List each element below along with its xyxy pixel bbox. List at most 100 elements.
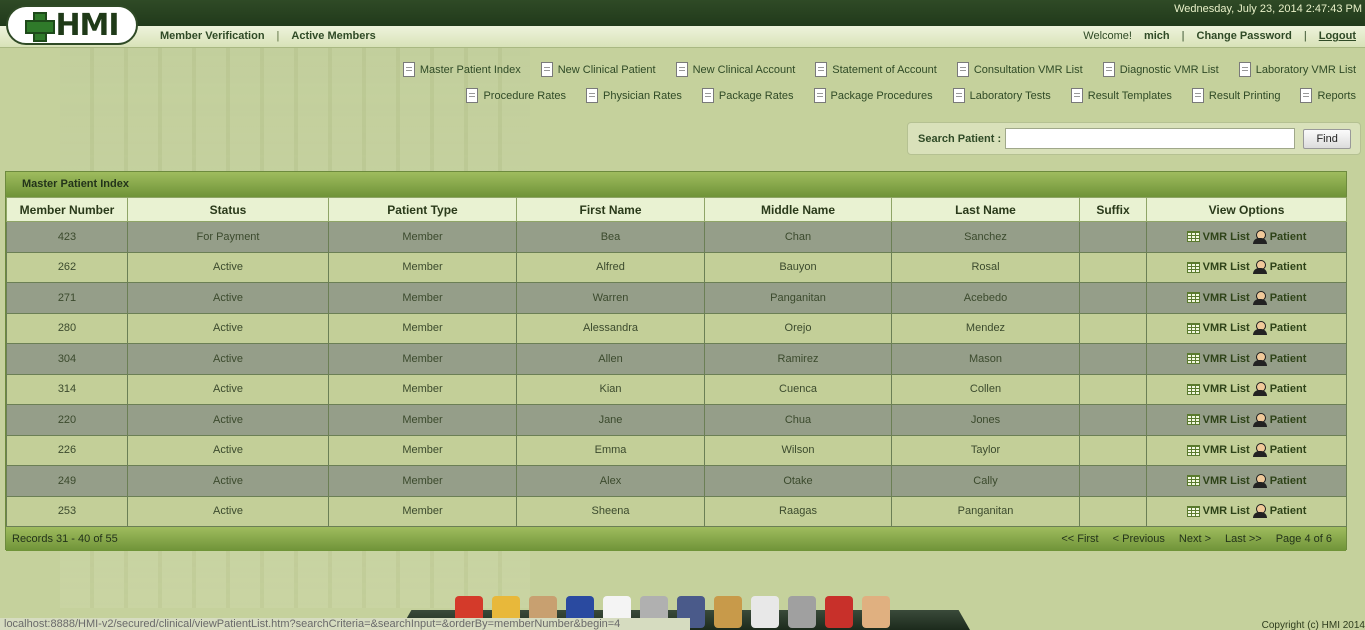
column-header-suffix[interactable]: Suffix [1079, 197, 1147, 222]
menu-procedure-rates[interactable]: Procedure Rates [466, 88, 566, 103]
records-count: Records 31 - 40 of 55 [12, 533, 118, 545]
panel-footer: Records 31 - 40 of 55 << First < Previou… [6, 527, 1346, 551]
calculator-icon[interactable] [788, 596, 816, 628]
grid-list-icon [1186, 444, 1200, 456]
menu-reports[interactable]: Reports [1300, 88, 1356, 103]
table-row[interactable]: 253 Active Member Sheena Raagas Panganitan VMR… [6, 495, 1347, 527]
cell-patient-type: Member [328, 465, 517, 497]
patient-link[interactable]: Patient [1270, 383, 1307, 395]
grid-list-icon [1186, 231, 1200, 243]
logout-link[interactable]: Logout [1319, 30, 1356, 42]
pager-next[interactable]: Next > [1179, 533, 1211, 545]
cell-view-options: VMR List Patient [1146, 312, 1347, 344]
column-header-member-number[interactable]: Member Number [6, 197, 128, 222]
menu-label: Procedure Rates [483, 89, 567, 102]
search-patient-input[interactable] [1005, 128, 1296, 149]
column-header-first-name[interactable]: First Name [516, 197, 705, 222]
find-button[interactable]: Find [1303, 128, 1352, 149]
vmr-list-link[interactable]: VMR List [1203, 261, 1250, 273]
menu-new-clinical-patient[interactable]: New Clinical Patient [540, 62, 656, 77]
column-header-status[interactable]: Status [127, 197, 329, 222]
menu-statement-of-account[interactable]: Statement of Account [815, 62, 937, 77]
hospital-icon[interactable] [825, 596, 853, 628]
vmr-list-link[interactable]: VMR List [1203, 444, 1250, 456]
menu-package-rates[interactable]: Package Rates [701, 88, 794, 103]
patient-link[interactable]: Patient [1270, 261, 1307, 273]
table-row[interactable]: 226 Active Member Emma Wilson Taylor VMR List P… [6, 434, 1347, 466]
menu-physician-rates[interactable]: Physician Rates [586, 88, 682, 103]
menu-result-templates[interactable]: Result Templates [1070, 88, 1172, 103]
menu-row-1: Master Patient Index New Clinical Patien… [383, 62, 1356, 77]
patient-link[interactable]: Patient [1270, 505, 1307, 517]
patient-icon [1252, 321, 1267, 336]
hmi-logo[interactable]: HMI [6, 5, 138, 45]
table-row[interactable]: 304 Active Member Allen Ramirez Mason VMR List… [6, 343, 1347, 375]
change-password-link[interactable]: Change Password [1197, 30, 1292, 42]
table-row[interactable]: 314 Active Member Kian Cuenca Collen VMR List P… [6, 373, 1347, 405]
patient-link[interactable]: Patient [1270, 444, 1307, 456]
menu-diagnostic-vmr-list[interactable]: Diagnostic VMR List [1102, 62, 1219, 77]
nav-member-verification[interactable]: Member Verification [160, 30, 265, 42]
vmr-list-link[interactable]: VMR List [1203, 414, 1250, 426]
table-row[interactable]: 220 Active Member Jane Chua Jones VMR List Pati… [6, 404, 1347, 436]
cell-patient-type: Member [328, 282, 517, 314]
clipboard-icon[interactable] [714, 596, 742, 628]
table-row[interactable]: 249 Active Member Alex Otake Cally VMR List Pat… [6, 465, 1347, 497]
vmr-list-link[interactable]: VMR List [1203, 383, 1250, 395]
vmr-list-link[interactable]: VMR List [1203, 353, 1250, 365]
menu-master-patient-index[interactable]: Master Patient Index [402, 62, 521, 77]
document-icon [1191, 88, 1204, 103]
vmr-list-link[interactable]: VMR List [1203, 292, 1250, 304]
vmr-list-link[interactable]: VMR List [1203, 322, 1250, 334]
column-header-view-options: View Options [1146, 197, 1347, 222]
patient-link[interactable]: Patient [1270, 322, 1307, 334]
cell-first-name: Emma [516, 434, 705, 466]
nav-active-members[interactable]: Active Members [291, 30, 375, 42]
menu-consultation-vmr-list[interactable]: Consultation VMR List [956, 62, 1083, 77]
table-row[interactable]: 262 Active Member Alfred Bauyon Rosal VMR List… [6, 251, 1347, 283]
view-options: VMR List Patient [1147, 382, 1346, 397]
cell-last-name: Mason [891, 343, 1080, 375]
cell-view-options: VMR List Patient [1146, 282, 1347, 314]
table-row[interactable]: 280 Active Member Alessandra Orejo Mendez VMR … [6, 312, 1347, 344]
column-header-patient-type[interactable]: Patient Type [328, 197, 517, 222]
pager-first[interactable]: << First [1061, 533, 1098, 545]
first-aid-icon[interactable] [751, 596, 779, 628]
status-url: localhost:8888/HMI-v2/secured/clinical/v… [0, 618, 690, 630]
column-header-last-name[interactable]: Last Name [891, 197, 1080, 222]
patient-link[interactable]: Patient [1270, 292, 1307, 304]
vmr-list-link[interactable]: VMR List [1203, 475, 1250, 487]
menu-label: Consultation VMR List [973, 63, 1083, 76]
grid-list-icon [1186, 414, 1200, 426]
cell-status: Active [127, 434, 329, 466]
cell-first-name: Allen [516, 343, 705, 375]
search-patient-box: Search Patient : Find [907, 122, 1361, 155]
cell-first-name: Jane [516, 404, 705, 436]
menu-laboratory-tests[interactable]: Laboratory Tests [952, 88, 1051, 103]
menu-package-procedures[interactable]: Package Procedures [813, 88, 933, 103]
cell-last-name: Collen [891, 373, 1080, 405]
patient-link[interactable]: Patient [1270, 231, 1307, 243]
menu-laboratory-vmr-list[interactable]: Laboratory VMR List [1238, 62, 1356, 77]
patient-link[interactable]: Patient [1270, 475, 1307, 487]
grid-list-icon [1186, 383, 1200, 395]
cell-member-number: 280 [6, 312, 128, 344]
menu-label: Statement of Account [832, 63, 937, 76]
cell-last-name: Jones [891, 404, 1080, 436]
patient-link[interactable]: Patient [1270, 353, 1307, 365]
menu-result-printing[interactable]: Result Printing [1191, 88, 1280, 103]
column-header-middle-name[interactable]: Middle Name [704, 197, 892, 222]
vmr-list-link[interactable]: VMR List [1203, 505, 1250, 517]
table-row[interactable]: 423 For Payment Member Bea Chan Sanchez VMR Li… [6, 221, 1347, 253]
cell-last-name: Panganitan [891, 495, 1080, 527]
menu-label: Package Procedures [830, 89, 933, 102]
table-row[interactable]: 271 Active Member Warren Panganitan Acebedo VM… [6, 282, 1347, 314]
cell-view-options: VMR List Patient [1146, 495, 1347, 527]
patient-link[interactable]: Patient [1270, 414, 1307, 426]
pager-last[interactable]: Last >> [1225, 533, 1262, 545]
doctor-icon[interactable] [862, 596, 890, 628]
welcome-label: Welcome! [1083, 30, 1132, 42]
pager-previous[interactable]: < Previous [1113, 533, 1165, 545]
vmr-list-link[interactable]: VMR List [1203, 231, 1250, 243]
menu-new-clinical-account[interactable]: New Clinical Account [675, 62, 795, 77]
